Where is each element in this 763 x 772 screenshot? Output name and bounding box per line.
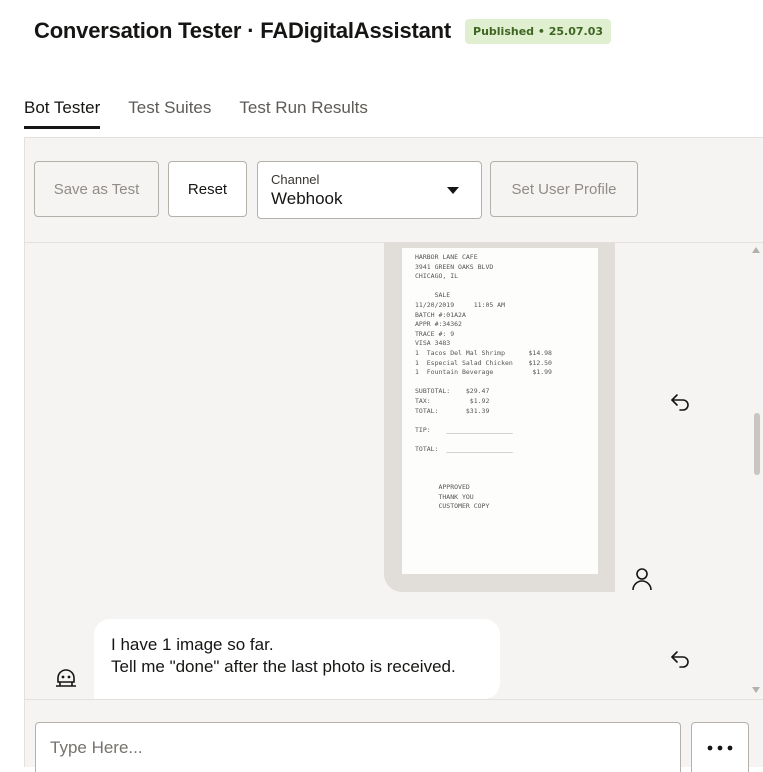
more-options-icon — [707, 745, 733, 750]
page-title: Conversation Tester · FADigitalAssistant — [34, 18, 452, 43]
bot-avatar-icon — [56, 669, 76, 687]
message-input-row — [25, 699, 763, 772]
tab-test-run-results[interactable]: Test Run Results — [239, 98, 368, 129]
chat-scrollbar[interactable] — [748, 243, 763, 699]
channel-label: Channel — [271, 172, 320, 187]
user-avatar-icon — [632, 568, 652, 591]
chevron-down-icon — [447, 187, 459, 194]
channel-value: Webhook — [271, 189, 343, 208]
tab-test-suites[interactable]: Test Suites — [128, 98, 211, 129]
reply-arrow-icon[interactable] — [669, 389, 693, 413]
bot-tester-panel: Save as Test Reset Channel Webhook Set U… — [24, 137, 763, 772]
scroll-down-icon[interactable] — [752, 687, 760, 693]
conversation-area[interactable]: HARBOR LANE CAFE 3941 GREEN OAKS BLVD CH… — [25, 243, 763, 699]
bot-message-line: Tell me "done" after the last photo is r… — [111, 657, 456, 676]
tab-bot-tester[interactable]: Bot Tester — [24, 98, 101, 129]
receipt-text: HARBOR LANE CAFE 3941 GREEN OAKS BLVD CH… — [415, 253, 552, 511]
reset-button[interactable]: Reset — [168, 161, 247, 217]
scroll-up-icon[interactable] — [752, 247, 760, 253]
scrollbar-thumb[interactable] — [754, 413, 760, 475]
status-badge: Published • 25.07.03 — [465, 18, 612, 44]
tab-bar: Bot Tester Test Suites Test Run Results — [24, 98, 396, 129]
more-options-button[interactable] — [691, 722, 749, 772]
bot-message: I have 1 image so far. Tell me "done" af… — [94, 619, 500, 699]
set-user-profile-button[interactable]: Set User Profile — [490, 161, 638, 217]
channel-select[interactable]: Channel Webhook — [257, 161, 482, 219]
receipt-image[interactable]: HARBOR LANE CAFE 3941 GREEN OAKS BLVD CH… — [402, 248, 598, 574]
reply-arrow-icon[interactable] — [669, 646, 693, 670]
message-input[interactable] — [35, 722, 681, 772]
user-image-message: HARBOR LANE CAFE 3941 GREEN OAKS BLVD CH… — [384, 243, 615, 592]
tester-toolbar: Save as Test Reset Channel Webhook Set U… — [25, 138, 763, 243]
save-as-test-button[interactable]: Save as Test — [34, 161, 159, 217]
page-header: Conversation Tester · FADigitalAssistant… — [34, 18, 612, 44]
bot-message-line: I have 1 image so far. — [111, 635, 274, 654]
